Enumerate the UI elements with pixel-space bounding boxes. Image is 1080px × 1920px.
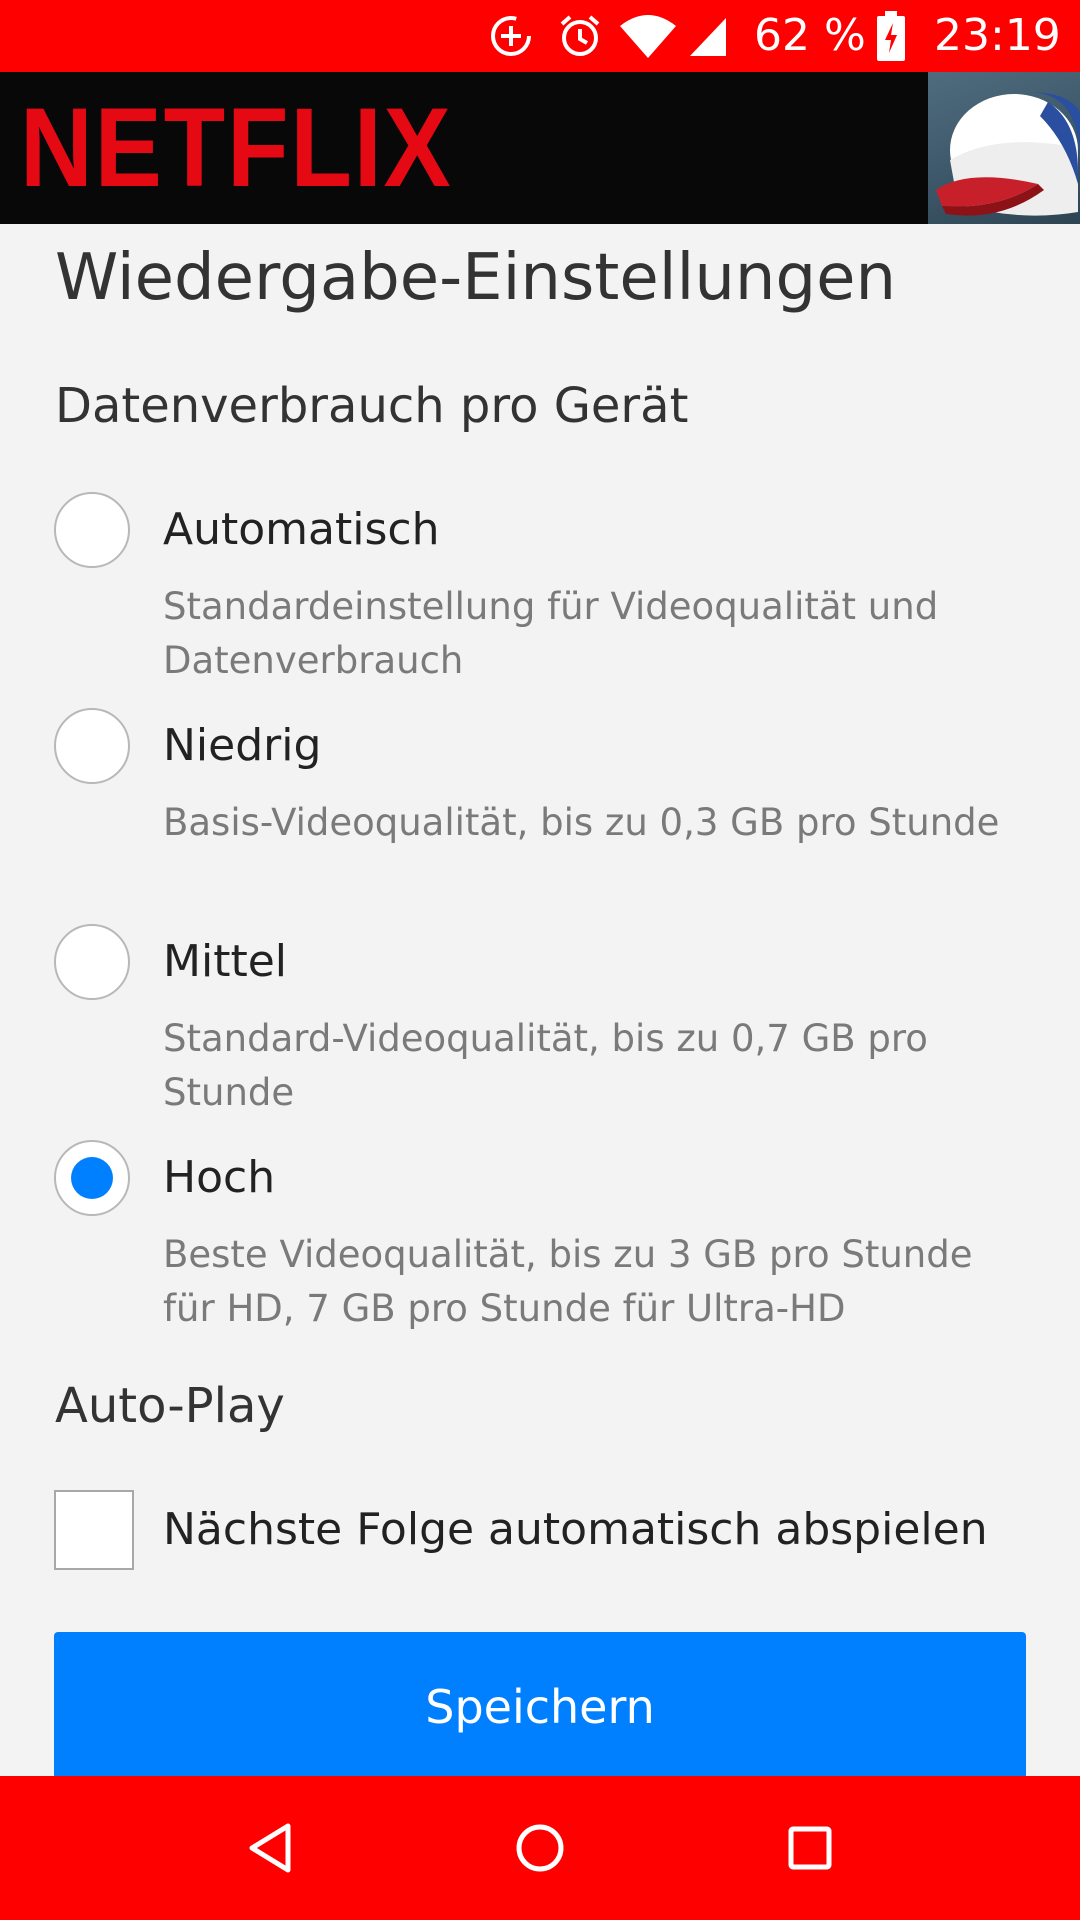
option-label: Automatisch bbox=[163, 504, 440, 555]
option-description: Standardeinstellung für Videoqualität un… bbox=[163, 585, 939, 682]
radio-selected-indicator bbox=[71, 1157, 113, 1199]
signal-icon bbox=[688, 0, 728, 72]
battery-charging-icon bbox=[877, 0, 905, 72]
option-label: Mittel bbox=[163, 936, 287, 987]
navigation-bar bbox=[0, 1776, 1080, 1920]
radio-hoch[interactable] bbox=[54, 1140, 130, 1216]
option-description: Beste Videoqualität, bis zu 3 GB pro Stu… bbox=[163, 1233, 973, 1330]
autoplay-checkbox-label[interactable]: Nächste Folge automatisch abspielen bbox=[163, 1502, 988, 1558]
status-bar: 62 % 23:19 bbox=[0, 0, 1080, 72]
alarm-icon bbox=[556, 0, 604, 72]
netflix-logo[interactable]: NETFLIX bbox=[20, 92, 453, 204]
save-button[interactable]: Speichern bbox=[54, 1632, 1026, 1792]
recents-icon[interactable] bbox=[768, 1806, 852, 1890]
option-description: Standard-Videoqualität, bis zu 0,7 GB pr… bbox=[163, 1017, 928, 1114]
option-label: Niedrig bbox=[163, 720, 322, 771]
clock: 23:19 bbox=[934, 10, 1061, 61]
data-saver-icon bbox=[488, 0, 534, 72]
option-description: Basis-Videoqualität, bis zu 0,3 GB pro S… bbox=[163, 801, 1000, 844]
option-label: Hoch bbox=[163, 1152, 276, 1203]
back-icon[interactable] bbox=[228, 1806, 312, 1890]
home-icon[interactable] bbox=[498, 1806, 582, 1890]
profile-avatar-cap-icon bbox=[936, 92, 1080, 216]
page-title: Wiedergabe-Einstellungen bbox=[55, 241, 896, 315]
autoplay-checkbox[interactable] bbox=[54, 1490, 134, 1570]
radio-mittel[interactable] bbox=[54, 924, 130, 1000]
wifi-icon bbox=[618, 0, 678, 72]
radio-automatisch[interactable] bbox=[54, 492, 130, 568]
radio-niedrig[interactable] bbox=[54, 708, 130, 784]
profile-avatar[interactable] bbox=[928, 72, 1080, 224]
data-usage-heading: Datenverbrauch pro Gerät bbox=[55, 378, 689, 434]
app-header: NETFLIX bbox=[0, 72, 1080, 224]
autoplay-heading: Auto-Play bbox=[55, 1378, 285, 1434]
battery-percent: 62 % bbox=[754, 10, 866, 61]
